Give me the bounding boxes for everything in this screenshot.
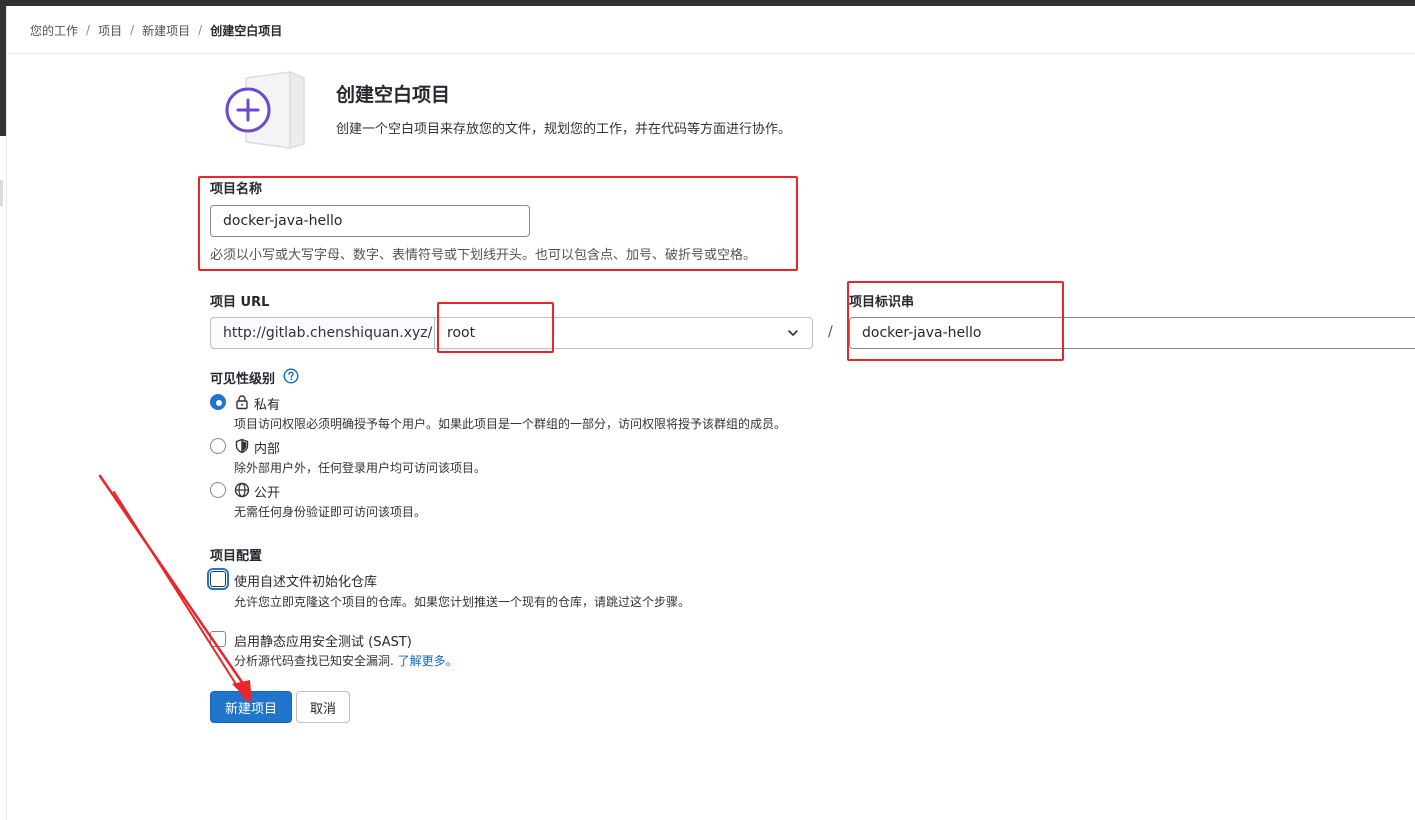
left-border — [6, 6, 7, 820]
init-readme-label: 使用自述文件初始化仓库 — [234, 575, 378, 590]
enable-sast-checkbox[interactable] — [210, 631, 226, 647]
visibility-private-radio[interactable] — [210, 394, 226, 410]
top-dark-bar — [0, 0, 1415, 6]
visibility-public-desc: 无需任何身份验证即可访问该项目。 — [234, 505, 427, 519]
shield-icon — [235, 438, 249, 454]
init-readme-checkbox[interactable] — [210, 571, 226, 587]
breadcrumb: 您的工作 / 项目 / 新建项目 / 创建空白项目 — [30, 20, 282, 40]
namespace-select[interactable]: root — [434, 317, 813, 349]
breadcrumb-item-your-work[interactable]: 您的工作 — [30, 22, 78, 39]
page-description: 创建一个空白项目来存放您的文件，规划您的工作，并在代码等方面进行协作。 — [336, 122, 792, 137]
visibility-internal-radio[interactable] — [210, 438, 226, 454]
learn-more-link[interactable]: 了解更多。 — [398, 654, 458, 668]
visibility-internal-desc: 除外部用户外，任何登录用户均可访问该项目。 — [234, 461, 487, 475]
namespace-value: root — [447, 325, 476, 341]
project-name-input[interactable]: docker-java-hello — [210, 205, 530, 237]
project-url-label-text: 项目 URL — [210, 295, 270, 310]
project-url-label: 项目 URL — [210, 291, 269, 310]
url-slash: / — [828, 324, 833, 340]
globe-icon — [234, 482, 250, 498]
breadcrumb-item-current[interactable]: 创建空白项目 — [210, 22, 282, 39]
breadcrumb-separator: / — [86, 23, 91, 37]
breadcrumb-divider — [7, 53, 1415, 54]
cancel-button[interactable]: 取消 — [296, 691, 350, 723]
sidebar-handle[interactable] — [0, 180, 3, 206]
breadcrumb-item-new-project[interactable]: 新建项目 — [142, 22, 190, 39]
breadcrumb-separator: / — [130, 23, 135, 37]
visibility-public-radio[interactable] — [210, 482, 226, 498]
init-readme-desc: 允许您立即克隆这个项目的仓库。如果您计划推送一个现有的仓库，请跳过这个步骤。 — [234, 595, 691, 609]
create-project-button[interactable]: 新建项目 — [210, 691, 292, 723]
visibility-private-desc: 项目访问权限必须明确授予每个用户。如果此项目是一个群组的一部分，访问权限将授予该… — [234, 417, 787, 431]
enable-sast-desc-row: 分析源代码查找已知安全漏洞. 了解更多。 — [234, 652, 458, 669]
visibility-public-label: 公开 — [254, 486, 281, 501]
enable-sast-label: 启用静态应用安全测试 (SAST) — [234, 635, 412, 650]
page-title: 创建空白项目 — [336, 84, 451, 106]
visibility-label: 可见性级别 — [210, 372, 276, 387]
project-name-help: 必须以小写或大写字母、数字、表情符号或下划线开头。也可以包含点、加号、破折号或空… — [210, 248, 757, 263]
visibility-internal-label: 内部 — [254, 442, 281, 457]
breadcrumb-item-projects[interactable]: 项目 — [98, 22, 122, 39]
project-config-label: 项目配置 — [210, 549, 263, 564]
question-circle-icon[interactable] — [283, 368, 299, 384]
chevron-down-icon — [788, 330, 798, 336]
project-name-label: 项目名称 — [210, 182, 263, 197]
visibility-private-label: 私有 — [254, 398, 281, 413]
lock-icon — [236, 395, 248, 410]
breadcrumb-separator: / — [198, 23, 203, 37]
enable-sast-desc: 分析源代码查找已知安全漏洞. — [234, 654, 394, 668]
blank-project-illustration-icon — [225, 70, 305, 149]
project-url-prefix: http://gitlab.chenshiquan.xyz/ — [210, 317, 434, 349]
project-slug-label: 项目标识串 — [849, 295, 915, 310]
project-slug-input[interactable]: docker-java-hello — [849, 317, 1415, 349]
